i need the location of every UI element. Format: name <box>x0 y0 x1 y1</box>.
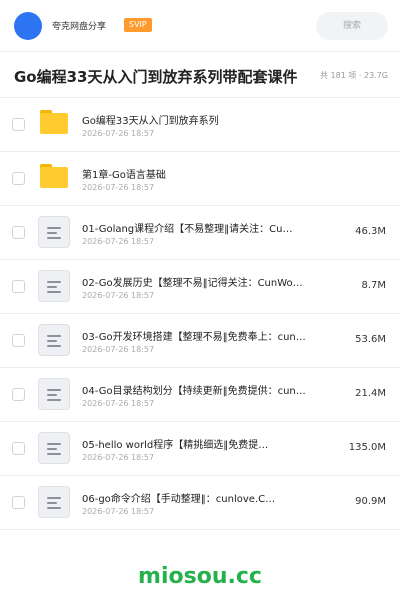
file-date: 2026-07-26 18:57 <box>82 237 155 246</box>
avatar[interactable] <box>14 12 42 40</box>
file-list: Go编程33天从入门到放弃系列 2026-07-26 18:57 第1章-Go语言基… <box>0 98 400 530</box>
row-checkbox[interactable] <box>12 280 25 293</box>
row-checkbox[interactable] <box>12 496 25 509</box>
file-size: 90.9M <box>355 496 386 507</box>
file-size: 135.0M <box>348 442 386 453</box>
file-row[interactable]: Go编程33天从入门到放弃系列 2026-07-26 18:57 <box>0 98 400 152</box>
row-checkbox[interactable] <box>12 334 25 347</box>
file-date: 2026-07-26 18:57 <box>82 291 155 300</box>
search-button[interactable]: 搜索 <box>316 12 388 40</box>
folder-icon <box>40 164 68 188</box>
file-date: 2026-07-26 18:57 <box>82 183 155 192</box>
file-name: Go编程33天从入门到放弃系列 <box>82 116 219 127</box>
file-name: 02-Go发展历史【整理不易‖记得关注：CunWo… <box>82 278 303 289</box>
file-name: 05-hello world程序【精挑细选‖免费提… <box>82 440 269 451</box>
file-name: 第1章-Go语言基础 <box>82 170 166 181</box>
document-icon <box>38 486 70 518</box>
app-header: 夸克网盘分享 SVIP 搜索 <box>0 0 400 52</box>
document-icon <box>38 216 70 248</box>
document-icon <box>38 324 70 356</box>
file-row[interactable]: 01-Golang课程介绍【不易整理‖请关注：Cu… 2026-07-26 18:… <box>0 206 400 260</box>
document-icon <box>38 432 70 464</box>
file-date: 2026-07-26 18:57 <box>82 453 155 462</box>
file-row[interactable]: 06-go命令介绍【手动整理‖：cunlove.C… 2026-07-26 18:… <box>0 476 400 530</box>
file-name: 04-Go目录结构划分【持续更新‖免费提供：cun… <box>82 386 306 397</box>
file-row[interactable]: 05-hello world程序【精挑细选‖免费提… 2026-07-26 18:… <box>0 422 400 476</box>
page-title: Go编程33天从入门到放弃系列带配套课件 <box>14 68 298 86</box>
document-icon <box>38 270 70 302</box>
app-name: 夸克网盘分享 <box>52 22 107 32</box>
file-name: 01-Golang课程介绍【不易整理‖请关注：Cu… <box>82 224 293 235</box>
file-row[interactable]: 第1章-Go语言基础 2026-07-26 18:57 <box>0 152 400 206</box>
watermark: miosou.cc <box>138 564 262 589</box>
file-date: 2026-07-26 18:57 <box>82 507 155 516</box>
file-row[interactable]: 03-Go开发环境搭建【整理不易‖免费奉上：cun… 2026-07-26 18:… <box>0 314 400 368</box>
file-date: 2026-07-26 18:57 <box>82 399 155 408</box>
file-name: 06-go命令介绍【手动整理‖：cunlove.C… <box>82 494 276 505</box>
row-checkbox[interactable] <box>12 172 25 185</box>
document-icon <box>38 378 70 410</box>
file-row[interactable]: 02-Go发展历史【整理不易‖记得关注：CunWo… 2026-07-26 18:… <box>0 260 400 314</box>
row-checkbox[interactable] <box>12 226 25 239</box>
share-meta: 共 181 项 · 23.7G <box>320 71 388 80</box>
file-size: 8.7M <box>361 280 386 291</box>
file-size: 21.4M <box>355 388 386 399</box>
row-checkbox[interactable] <box>12 388 25 401</box>
file-date: 2026-07-26 18:57 <box>82 345 155 354</box>
share-title-bar: Go编程33天从入门到放弃系列带配套课件 共 181 项 · 23.7G <box>0 52 400 98</box>
folder-icon <box>40 110 68 134</box>
file-size: 46.3M <box>355 226 386 237</box>
row-checkbox[interactable] <box>12 118 25 131</box>
file-name: 03-Go开发环境搭建【整理不易‖免费奉上：cun… <box>82 332 306 343</box>
file-row[interactable]: 04-Go目录结构划分【持续更新‖免费提供：cun… 2026-07-26 18:… <box>0 368 400 422</box>
file-date: 2026-07-26 18:57 <box>82 129 155 138</box>
file-size: 53.6M <box>355 334 386 345</box>
svip-badge: SVIP <box>124 18 152 32</box>
row-checkbox[interactable] <box>12 442 25 455</box>
